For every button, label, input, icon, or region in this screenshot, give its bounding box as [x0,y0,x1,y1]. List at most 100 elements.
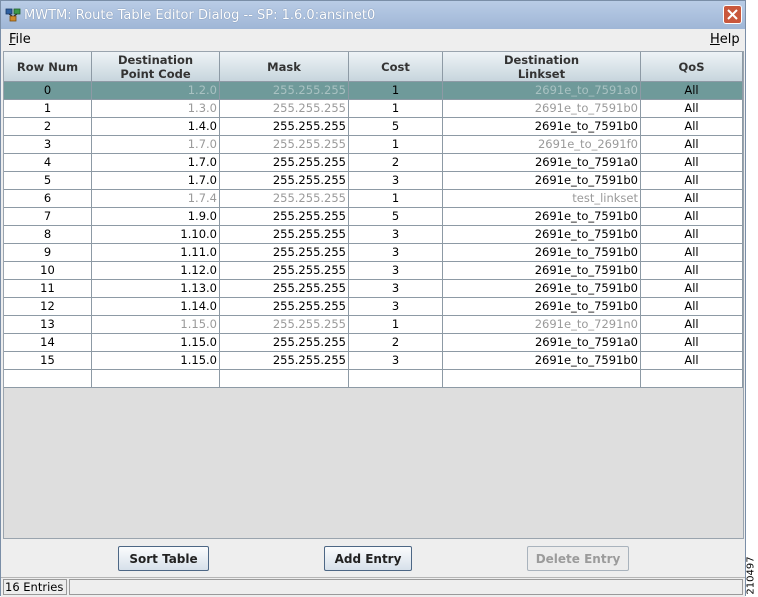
cell-destination-point-code[interactable]: 1.12.0 [92,262,220,280]
cell-destination-point-code[interactable]: 1.3.0 [92,100,220,118]
table-row[interactable]: 11 1.13.0 255.255.255 3 2691e_to_7591b0 All [4,280,743,298]
cell-destination-point-code[interactable]: 1.15.0 [92,316,220,334]
cell-qos[interactable]: All [641,262,743,280]
cell-qos[interactable]: All [641,280,743,298]
cell-qos[interactable]: All [641,82,743,100]
sort-table-button[interactable]: Sort Table [118,546,209,571]
cell-destination-point-code[interactable]: 1.13.0 [92,280,220,298]
header-mask[interactable]: Mask [220,52,349,82]
cell-destination-linkset[interactable]: 2691e_to_7591b0 [443,172,641,190]
cell-row-num[interactable]: 7 [4,208,92,226]
cell-destination-linkset[interactable]: test_linkset [443,190,641,208]
cell-qos[interactable]: All [641,208,743,226]
cell-qos[interactable]: All [641,226,743,244]
cell-cost[interactable]: 3 [349,280,443,298]
cell-cost[interactable]: 5 [349,208,443,226]
table-row[interactable]: 7 1.9.0 255.255.255 5 2691e_to_7591b0 All [4,208,743,226]
cell-cost[interactable]: 1 [349,100,443,118]
cell-cost[interactable]: 3 [349,226,443,244]
cell-destination-linkset[interactable] [443,370,641,388]
cell-destination-point-code[interactable] [92,370,220,388]
cell-cost[interactable]: 2 [349,334,443,352]
cell-qos[interactable]: All [641,352,743,370]
cell-row-num[interactable]: 4 [4,154,92,172]
cell-destination-linkset[interactable]: 2691e_to_7591b0 [443,244,641,262]
cell-row-num[interactable]: 14 [4,334,92,352]
cell-destination-point-code[interactable]: 1.11.0 [92,244,220,262]
cell-destination-linkset[interactable]: 2691e_to_7591b0 [443,262,641,280]
cell-destination-linkset[interactable]: 2691e_to_7591a0 [443,154,641,172]
cell-cost[interactable]: 1 [349,136,443,154]
cell-qos[interactable]: All [641,244,743,262]
cell-mask[interactable]: 255.255.255 [220,244,349,262]
cell-qos[interactable]: All [641,154,743,172]
cell-mask[interactable]: 255.255.255 [220,172,349,190]
cell-destination-point-code[interactable]: 1.4.0 [92,118,220,136]
cell-cost[interactable]: 1 [349,190,443,208]
table-row[interactable]: 0 1.2.0 255.255.255 1 2691e_to_7591a0 All [4,82,743,100]
table-row[interactable]: 1 1.3.0 255.255.255 1 2691e_to_7591b0 All [4,100,743,118]
cell-row-num[interactable]: 3 [4,136,92,154]
table-row[interactable]: 14 1.15.0 255.255.255 2 2691e_to_7591a0 All [4,334,743,352]
title-bar[interactable]: MWTM: Route Table Editor Dialog -- SP: 1… [1,1,745,30]
menu-file[interactable]: File [9,32,31,47]
cell-qos[interactable]: All [641,172,743,190]
cell-qos[interactable] [641,370,743,388]
cell-destination-linkset[interactable]: 2691e_to_7591b0 [443,118,641,136]
cell-cost[interactable]: 1 [349,82,443,100]
cell-row-num[interactable]: 10 [4,262,92,280]
cell-row-num[interactable]: 11 [4,280,92,298]
header-destination-linkset[interactable]: Destination Linkset [443,52,641,82]
cell-destination-point-code[interactable]: 1.9.0 [92,208,220,226]
cell-cost[interactable]: 2 [349,154,443,172]
cell-row-num[interactable]: 2 [4,118,92,136]
close-button[interactable] [723,5,742,24]
cell-cost[interactable]: 3 [349,352,443,370]
cell-mask[interactable]: 255.255.255 [220,154,349,172]
cell-cost[interactable]: 5 [349,118,443,136]
cell-destination-linkset[interactable]: 2691e_to_7591b0 [443,208,641,226]
table-row[interactable]: 13 1.15.0 255.255.255 1 2691e_to_7291n0 All [4,316,743,334]
header-destination-point-code[interactable]: Destination Point Code [92,52,220,82]
cell-destination-linkset[interactable]: 2691e_to_7291n0 [443,316,641,334]
cell-destination-linkset[interactable]: 2691e_to_7591b0 [443,100,641,118]
cell-row-num[interactable]: 1 [4,100,92,118]
cell-qos[interactable]: All [641,298,743,316]
table-row[interactable]: 15 1.15.0 255.255.255 3 2691e_to_7591b0 All [4,352,743,370]
cell-destination-point-code[interactable]: 1.2.0 [92,82,220,100]
cell-destination-point-code[interactable]: 1.7.0 [92,172,220,190]
cell-mask[interactable]: 255.255.255 [220,100,349,118]
cell-row-num[interactable]: 15 [4,352,92,370]
cell-qos[interactable]: All [641,190,743,208]
cell-cost[interactable]: 3 [349,262,443,280]
cell-mask[interactable]: 255.255.255 [220,136,349,154]
cell-row-num[interactable]: 12 [4,298,92,316]
cell-destination-linkset[interactable]: 2691e_to_7591b0 [443,280,641,298]
table-row[interactable]: 12 1.14.0 255.255.255 3 2691e_to_7591b0 All [4,298,743,316]
cell-destination-linkset[interactable]: 2691e_to_7591a0 [443,334,641,352]
cell-destination-point-code[interactable]: 1.14.0 [92,298,220,316]
cell-qos[interactable]: All [641,316,743,334]
add-entry-button[interactable]: Add Entry [324,546,412,571]
table-row[interactable]: 6 1.7.4 255.255.255 1 test_linkset All [4,190,743,208]
cell-destination-point-code[interactable]: 1.15.0 [92,334,220,352]
table-row[interactable]: 3 1.7.0 255.255.255 1 2691e_to_2691f0 All [4,136,743,154]
cell-destination-point-code[interactable]: 1.7.0 [92,154,220,172]
table-row[interactable]: 8 1.10.0 255.255.255 3 2691e_to_7591b0 All [4,226,743,244]
cell-row-num[interactable]: 0 [4,82,92,100]
cell-qos[interactable]: All [641,100,743,118]
cell-row-num[interactable]: 5 [4,172,92,190]
header-qos[interactable]: QoS [641,52,743,82]
cell-mask[interactable]: 255.255.255 [220,262,349,280]
cell-destination-linkset[interactable]: 2691e_to_7591b0 [443,352,641,370]
cell-destination-linkset[interactable]: 2691e_to_7591a0 [443,82,641,100]
cell-destination-point-code[interactable]: 1.7.4 [92,190,220,208]
cell-destination-point-code[interactable]: 1.15.0 [92,352,220,370]
cell-cost[interactable]: 1 [349,316,443,334]
cell-mask[interactable]: 255.255.255 [220,316,349,334]
cell-row-num[interactable] [4,370,92,388]
cell-mask[interactable]: 255.255.255 [220,82,349,100]
cell-qos[interactable]: All [641,118,743,136]
cell-row-num[interactable]: 13 [4,316,92,334]
table-row[interactable]: 5 1.7.0 255.255.255 3 2691e_to_7591b0 All [4,172,743,190]
